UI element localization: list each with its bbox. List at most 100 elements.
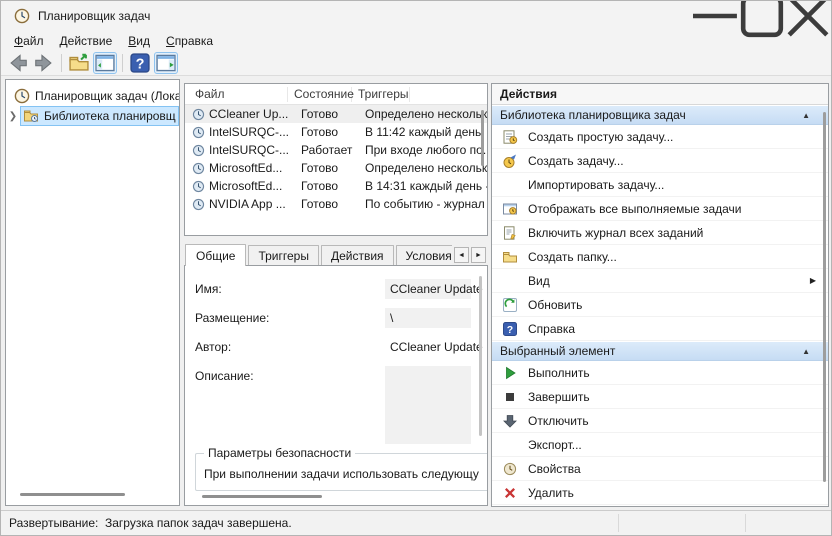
tab-actions[interactable]: Действия	[321, 245, 394, 266]
show-action-pane-button[interactable]	[154, 52, 178, 74]
task-state: Готово	[295, 107, 359, 121]
task-state: Готово	[295, 179, 359, 193]
action-properties[interactable]: Свойства	[492, 457, 828, 481]
help-icon: ?	[129, 52, 151, 74]
properties-horizontal-scrollbar[interactable]	[202, 495, 322, 498]
app-clock-icon	[14, 88, 30, 104]
action-new-folder[interactable]: Создать папку...	[492, 245, 828, 269]
create-basic-task-icon	[502, 129, 518, 145]
menu-item-file[interactable]: Файл	[6, 32, 52, 50]
tab-general[interactable]: Общие	[185, 244, 246, 266]
menu-item-help[interactable]: Справка	[158, 32, 221, 50]
new-folder-icon	[502, 249, 518, 265]
task-triggers: В 14:31 каждый день -	[359, 179, 487, 193]
run-icon	[502, 365, 518, 381]
task-row[interactable]: MicrosoftEd...ГотовоОпределено нескольк	[185, 159, 487, 177]
up-one-level-button[interactable]	[67, 52, 91, 74]
action-label: Обновить	[528, 298, 828, 312]
field-label: Описание:	[195, 366, 385, 444]
section-header-task-scheduler-library[interactable]: Библиотека планировщика задач▲	[492, 105, 828, 125]
menu-item-action[interactable]: Действие	[52, 32, 121, 50]
menu-item-view[interactable]: Вид	[120, 32, 158, 50]
action-end[interactable]: Завершить	[492, 385, 828, 409]
minimize-button[interactable]	[693, 1, 739, 31]
task-clock-icon	[192, 198, 205, 211]
action-import-task[interactable]: Импортировать задачу...	[492, 173, 828, 197]
task-state: Готово	[295, 125, 359, 139]
chevron-right-icon[interactable]: ❯	[6, 111, 20, 122]
properties-icon	[502, 461, 518, 477]
tab-scroll-left-button[interactable]: ◄	[454, 247, 469, 263]
tab-conditions[interactable]: Условия	[396, 245, 452, 266]
action-create-task[interactable]: Создать задачу...	[492, 149, 828, 173]
status-divider	[745, 514, 746, 532]
tree-horizontal-scrollbar[interactable]	[20, 493, 125, 496]
action-disable[interactable]: Отключить	[492, 409, 828, 433]
delete-icon	[502, 485, 518, 501]
properties-tab-strip: ОбщиеТриггерыДействияУсловияНастр ◄ ►	[184, 244, 488, 266]
display-running-icon	[502, 201, 518, 217]
maximize-button[interactable]	[739, 1, 785, 31]
tree-item-body: Планировщик задач (Локал	[12, 86, 179, 106]
collapse-arrow-icon[interactable]: ▲	[802, 111, 810, 120]
action-refresh[interactable]: Обновить	[492, 293, 828, 317]
task-row[interactable]: IntelSURQC-...ГотовоВ 11:42 каждый день	[185, 123, 487, 141]
action-delete[interactable]: Удалить	[492, 481, 828, 505]
action-label: Создать простую задачу...	[528, 130, 828, 144]
tree-item-task-scheduler-library[interactable]: ❯Библиотека планировщ	[6, 106, 179, 126]
action-label: Завершить	[528, 390, 828, 404]
column-header-triggers[interactable]: Триггеры	[352, 87, 410, 102]
actions-vertical-scrollbar[interactable]	[823, 112, 826, 482]
actions-pane: Действия Библиотека планировщика задач▲С…	[491, 83, 829, 507]
help-button[interactable]: ?	[128, 52, 152, 74]
tab-triggers[interactable]: Триггеры	[248, 245, 319, 266]
toolbar-separator	[61, 54, 62, 72]
tab-scroll-right-button[interactable]: ►	[471, 247, 486, 263]
action-enable-history[interactable]: Включить журнал всех заданий	[492, 221, 828, 245]
field-task-author: Автор:CCleaner Update	[195, 337, 487, 357]
task-list-vertical-scrollbar[interactable]	[481, 110, 484, 166]
close-button[interactable]	[785, 1, 831, 31]
icon-spacer	[502, 437, 518, 453]
column-header-file[interactable]: Файл	[185, 87, 288, 102]
forward-button[interactable]	[32, 52, 56, 74]
field-label: Размещение:	[195, 308, 385, 328]
submenu-arrow-icon: ▶	[810, 276, 816, 285]
action-run[interactable]: Выполнить	[492, 361, 828, 385]
task-row[interactable]: NVIDIA App ...ГотовоПо событию - журнал	[185, 195, 487, 213]
action-label: Включить журнал всех заданий	[528, 226, 828, 240]
field-value: CCleaner Update	[385, 337, 471, 357]
security-options-group: Параметры безопасности При выполнении за…	[195, 453, 488, 491]
action-create-basic-task[interactable]: Создать простую задачу...	[492, 125, 828, 149]
show-console-tree-button[interactable]	[93, 52, 117, 74]
task-triggers: В 11:42 каждый день	[359, 125, 487, 139]
task-row[interactable]: CCleaner Up...ГотовоОпределено нескольк	[185, 105, 487, 123]
toolbar: ?	[1, 50, 831, 76]
icon-spacer	[502, 273, 518, 289]
action-pane-window-icon	[155, 52, 177, 74]
action-partial-item[interactable]: ?	[492, 505, 828, 507]
action-label: Отображать все выполняемые задачи	[528, 202, 828, 216]
task-file: NVIDIA App ...	[209, 197, 295, 211]
title-bar: Планировщик задач	[1, 1, 831, 31]
tree-item-task-scheduler-root[interactable]: Планировщик задач (Локал	[6, 86, 179, 106]
action-label: Импортировать задачу...	[528, 178, 828, 192]
action-help[interactable]: ?Справка	[492, 317, 828, 341]
action-export[interactable]: Экспорт...	[492, 433, 828, 457]
field-value: CCleaner Update	[385, 279, 471, 299]
status-bar: Развертывание: Загрузка папок задач заве…	[1, 510, 831, 535]
column-header-state[interactable]: Состояние	[288, 87, 352, 102]
task-file: IntelSURQC-...	[209, 143, 295, 157]
action-view[interactable]: Вид▶	[492, 269, 828, 293]
section-header-selected-item[interactable]: Выбранный элемент▲	[492, 341, 828, 361]
console-tree-panel: Планировщик задач (Локал❯Библиотека план…	[5, 79, 180, 506]
close-icon	[785, 0, 831, 39]
properties-vertical-scrollbar[interactable]	[479, 276, 482, 436]
task-row[interactable]: IntelSURQC-...РаботаетПри входе любого п…	[185, 141, 487, 159]
collapse-arrow-icon[interactable]: ▲	[802, 347, 810, 356]
task-row[interactable]: MicrosoftEd...ГотовоВ 14:31 каждый день …	[185, 177, 487, 195]
svg-text:?: ?	[507, 324, 513, 336]
forward-arrow-icon	[33, 52, 55, 74]
back-button[interactable]	[6, 52, 30, 74]
action-display-running[interactable]: Отображать все выполняемые задачи	[492, 197, 828, 221]
